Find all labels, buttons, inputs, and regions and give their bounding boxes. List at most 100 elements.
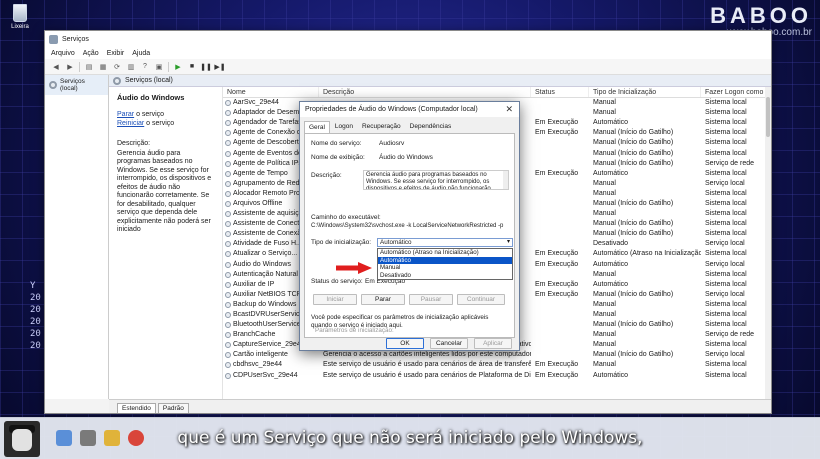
refresh-icon[interactable]: ⟳	[112, 62, 122, 72]
dialog-title: Propriedades de Áudio do Windows (Comput…	[305, 106, 478, 113]
table-header: Nome Descrição Status Tipo de Inicializa…	[223, 87, 771, 98]
recycle-bin-label: Lixeira	[11, 24, 29, 30]
view-tabs: Estendido Padrão	[109, 399, 771, 413]
description-box[interactable]: Gerencia áudio para programas baseados n…	[363, 170, 509, 190]
pause-button[interactable]: Pausar	[409, 294, 453, 305]
gear-icon	[225, 352, 231, 359]
resume-button[interactable]: Continuar	[457, 294, 505, 305]
service-startup-cell: Manual	[593, 300, 616, 308]
menu-file[interactable]: Arquivo	[51, 50, 75, 57]
tab-general[interactable]: Geral	[304, 121, 330, 133]
service-logon-cell: Sistema local	[705, 371, 747, 379]
toolbar-separator	[168, 61, 169, 72]
startup-type-value: Automático	[380, 239, 412, 246]
tab-recovery[interactable]: Recuperação	[358, 121, 405, 133]
service-name-text: Arquivos Offline	[233, 199, 283, 207]
service-name-text: CaptureService_29e44	[233, 341, 305, 349]
column-header-status[interactable]: Status	[531, 87, 589, 97]
stop-service-link[interactable]: Parar	[117, 111, 134, 118]
recycle-bin[interactable]: Lixeira	[6, 4, 34, 30]
service-status-cell: Em Execução	[535, 290, 579, 298]
recycle-bin-icon	[13, 4, 27, 22]
table-row[interactable]: cbdhsvc_29e44 Este serviço de usuário é u…	[223, 360, 771, 370]
tree-item-label: Serviços (local)	[60, 78, 85, 92]
export-icon[interactable]: ▥	[126, 62, 136, 72]
service-startup-cell: Manual	[593, 109, 616, 117]
column-header-startup-type[interactable]: Tipo de Inicialização	[589, 87, 701, 97]
service-status-cell: Em Execução	[535, 260, 579, 268]
service-logon-cell: Serviço local	[705, 179, 745, 187]
toolbar-separator	[79, 61, 80, 72]
gear-icon	[225, 100, 231, 107]
service-logon-cell: Sistema local	[705, 189, 747, 197]
service-startup-cell: Automático (Atraso na Inicialização)	[593, 250, 701, 258]
service-startup-cell: Manual (Início do Gatilho)	[593, 290, 674, 298]
gear-icon	[225, 110, 231, 117]
help-icon[interactable]: ?	[140, 62, 150, 72]
tree-item-services-local[interactable]: Serviços (local)	[45, 75, 108, 95]
gear-icon	[225, 140, 231, 147]
restart-service-link[interactable]: Reiniciar	[117, 120, 144, 127]
description-scrollbar[interactable]	[503, 171, 508, 189]
back-arrow-icon[interactable]: ◀	[51, 62, 61, 72]
service-name-text: Alocador Remoto Pro...	[233, 189, 306, 197]
service-logon-cell: Sistema local	[705, 270, 747, 278]
table-row[interactable]: CDPUserSvc_29e44 Este serviço de usuário …	[223, 371, 771, 381]
gear-icon	[225, 281, 231, 288]
gear-icon	[225, 312, 231, 319]
extended-pane: Áudio do Windows Parar o serviço Reinici…	[109, 87, 223, 399]
stop-service-icon[interactable]: ■	[187, 62, 197, 72]
menu-help[interactable]: Ajuda	[132, 50, 150, 57]
column-header-logon-as[interactable]: Fazer Logon como	[701, 87, 771, 97]
gear-icon	[225, 180, 231, 187]
service-startup-cell: Automático	[593, 371, 629, 379]
pause-service-icon[interactable]: ❚❚	[200, 62, 212, 72]
service-status-label: Status do serviço:	[311, 278, 363, 285]
stop-service-suffix: o serviço	[134, 111, 165, 118]
properties-icon[interactable]: ▦	[98, 62, 108, 72]
console-icon[interactable]: ▣	[154, 62, 164, 72]
startup-type-label: Tipo de inicialização:	[311, 239, 372, 246]
service-startup-cell: Automático	[593, 119, 629, 127]
menu-action[interactable]: Ação	[83, 50, 99, 57]
service-startup-cell: Manual	[593, 331, 616, 339]
apply-button[interactable]: Aplicar	[474, 338, 512, 349]
close-icon[interactable]: ✕	[505, 104, 513, 115]
option-manual[interactable]: Manual	[378, 264, 512, 272]
tab-dependencies[interactable]: Dependências	[406, 121, 456, 133]
service-name-text: Atividade de Fuso H...	[233, 240, 302, 248]
window-titlebar[interactable]: Serviços	[45, 31, 771, 47]
tab-extended[interactable]: Estendido	[117, 403, 156, 413]
menu-view[interactable]: Exibir	[107, 50, 125, 57]
tab-logon[interactable]: Logon	[331, 121, 357, 133]
restart-service-suffix: o serviço	[144, 120, 175, 127]
table-row[interactable]: Cartão inteligente Gerencia o acesso a ca…	[223, 350, 771, 360]
dialog-titlebar[interactable]: Propriedades de Áudio do Windows (Comput…	[300, 102, 519, 117]
scrollbar-thumb[interactable]	[766, 97, 770, 137]
service-logon-cell: Sistema local	[705, 361, 747, 369]
option-automatic-delayed[interactable]: Automático (Atraso na Inicialização)	[378, 249, 512, 257]
option-automatic[interactable]: Automático	[378, 256, 512, 264]
startup-type-select[interactable]: Automático ▾	[377, 238, 513, 247]
start-button[interactable]: Iniciar	[313, 294, 357, 305]
gear-icon	[113, 76, 121, 85]
gear-icon	[225, 362, 231, 369]
cancel-button[interactable]: Cancelar	[430, 338, 468, 349]
service-name-text: Autenticação Natural	[233, 270, 298, 278]
tab-standard[interactable]: Padrão	[157, 403, 189, 413]
column-header-description[interactable]: Descrição	[319, 87, 531, 97]
gear-icon	[225, 241, 231, 248]
forward-arrow-icon[interactable]: ▶	[65, 62, 75, 72]
show-tree-icon[interactable]: ▤	[84, 62, 94, 72]
stop-button[interactable]: Parar	[361, 294, 405, 305]
gear-icon	[225, 271, 231, 278]
ok-button[interactable]: OK	[386, 338, 424, 349]
service-name-text: BluetoothUserService...	[233, 321, 307, 329]
start-service-icon[interactable]: ▶	[173, 62, 183, 72]
service-logon-cell: Serviço de rede	[705, 159, 755, 167]
vertical-scrollbar[interactable]	[765, 87, 771, 399]
restart-service-icon[interactable]: ▶❚	[214, 62, 225, 72]
option-disabled[interactable]: Desativado	[378, 272, 512, 280]
description-label: Descrição:	[117, 140, 151, 147]
column-header-name[interactable]: Nome	[223, 87, 319, 97]
